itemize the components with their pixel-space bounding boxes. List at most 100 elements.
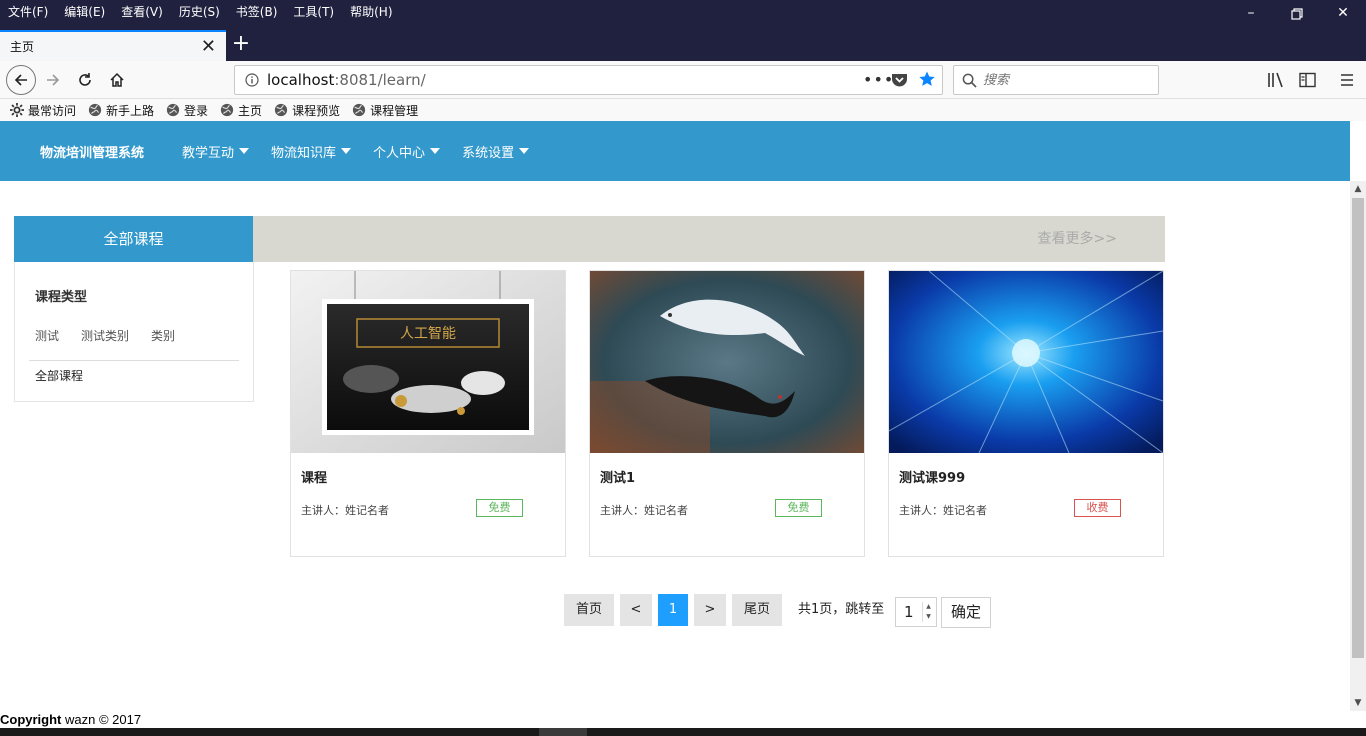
site-brand[interactable]: 物流培训管理系统 bbox=[40, 142, 144, 161]
course-lecturer: 主讲人：姓记名者 bbox=[899, 504, 987, 517]
bookmark-login[interactable]: 登录 bbox=[166, 102, 208, 119]
course-title[interactable]: 测试1 bbox=[600, 467, 635, 486]
menu-help[interactable]: 帮助(H) bbox=[342, 0, 400, 28]
search-input[interactable] bbox=[983, 72, 1143, 88]
restore-icon[interactable] bbox=[1274, 0, 1320, 28]
scroll-up-icon[interactable]: ▲ bbox=[1350, 181, 1366, 197]
home-button[interactable] bbox=[102, 65, 132, 95]
pocket-icon[interactable] bbox=[891, 72, 908, 92]
page-summary: 共1页，跳转至 bbox=[798, 602, 885, 617]
close-window-icon[interactable]: ✕ bbox=[1320, 0, 1366, 28]
course-lecturer: 主讲人：姓记名者 bbox=[600, 504, 688, 517]
reload-button[interactable] bbox=[70, 65, 100, 95]
course-thumbnail[interactable] bbox=[889, 271, 1163, 453]
gear-icon bbox=[10, 103, 24, 117]
course-card[interactable]: 测试课999 主讲人：姓记名者 收费 bbox=[888, 270, 1164, 557]
last-page-button[interactable]: 尾页 bbox=[732, 594, 782, 626]
footer-copyright: Copyright wazn © 2017 bbox=[0, 712, 141, 727]
tab-home[interactable]: 主页 ✕ bbox=[0, 30, 226, 61]
library-icon[interactable] bbox=[1267, 72, 1285, 92]
info-icon[interactable] bbox=[245, 73, 259, 87]
pagination: 首页 < 1 > 尾页 共1页，跳转至 1 ▲ ▼ 确定 bbox=[0, 594, 1350, 634]
svg-text:人工智能: 人工智能 bbox=[400, 326, 456, 342]
menu-tools[interactable]: 工具(T) bbox=[285, 0, 342, 28]
jump-page-input[interactable]: 1 ▲ ▼ bbox=[895, 597, 937, 627]
menu-bookmarks[interactable]: 书签(B) bbox=[228, 0, 286, 28]
type-tag[interactable]: 类别 bbox=[151, 327, 175, 344]
bookmark-course-preview[interactable]: 课程预览 bbox=[274, 102, 340, 119]
view-more-link[interactable]: 查看更多>> bbox=[1038, 216, 1117, 262]
price-badge: 免费 bbox=[476, 499, 523, 517]
course-type-label: 课程类型 bbox=[35, 290, 88, 305]
bookmark-star-icon[interactable] bbox=[918, 70, 936, 92]
search-box[interactable] bbox=[953, 65, 1159, 95]
course-thumbnail[interactable]: 人工智能 bbox=[291, 271, 565, 453]
divider bbox=[29, 360, 239, 361]
address-bar[interactable]: localhost:8081/learn/ ••• bbox=[234, 65, 943, 95]
price-badge: 收费 bbox=[1074, 499, 1121, 517]
course-title[interactable]: 课程 bbox=[301, 467, 327, 486]
all-courses-heading[interactable]: 全部课程 bbox=[14, 216, 253, 262]
page-scrollbar[interactable]: ▲ ▼ bbox=[1350, 181, 1366, 711]
course-card[interactable]: 人工智能 课程 主讲人：姓记名者 免费 bbox=[290, 270, 566, 557]
type-tag[interactable]: 测试类别 bbox=[81, 327, 129, 344]
bookmark-label: 新手上路 bbox=[106, 103, 155, 118]
menu-file[interactable]: 文件(F) bbox=[0, 0, 56, 28]
tab-strip: 主页 ✕ + bbox=[0, 28, 1366, 61]
menu-history[interactable]: 历史(S) bbox=[171, 0, 228, 28]
caret-down-icon bbox=[519, 148, 530, 154]
current-page-button[interactable]: 1 bbox=[658, 594, 688, 626]
nav-knowledge-base[interactable]: 物流知识库 bbox=[271, 142, 352, 161]
type-tag[interactable]: 测试 bbox=[35, 327, 59, 344]
bookmark-label: 登录 bbox=[184, 103, 209, 118]
home-icon bbox=[110, 72, 124, 87]
bookmark-label: 课程管理 bbox=[370, 103, 419, 118]
new-tab-icon[interactable]: + bbox=[228, 28, 254, 61]
menu-edit[interactable]: 编辑(E) bbox=[56, 0, 113, 28]
jump-page-value: 1 bbox=[904, 603, 914, 621]
globe-icon bbox=[352, 103, 366, 117]
nav-system-settings[interactable]: 系统设置 bbox=[462, 142, 530, 161]
site-header: 物流培训管理系统 教学互动 物流知识库 个人中心 系统设置 bbox=[0, 121, 1350, 181]
url-path: :8081/learn/ bbox=[334, 71, 426, 89]
scroll-down-icon[interactable]: ▼ bbox=[1350, 695, 1366, 711]
course-filter-panel: 课程类型 测试 测试类别 类别 全部课程 bbox=[14, 262, 254, 402]
globe-icon bbox=[220, 103, 234, 117]
page-actions-icon[interactable]: ••• bbox=[863, 70, 894, 89]
sidebar-toggle-icon[interactable] bbox=[1299, 72, 1316, 92]
bookmark-getting-started[interactable]: 新手上路 bbox=[88, 102, 154, 119]
caret-down-icon bbox=[239, 148, 250, 154]
nav-label: 教学互动 bbox=[182, 145, 235, 161]
tab-close-icon[interactable]: ✕ bbox=[201, 37, 216, 56]
course-thumbnail[interactable] bbox=[590, 271, 864, 453]
bookmarks-toolbar: 最常访问 新手上路 登录 主页 课程预览 课程管理 bbox=[0, 99, 1366, 121]
forward-button[interactable] bbox=[38, 65, 68, 95]
section-header-bar: 查看更多>> bbox=[253, 216, 1165, 262]
jump-confirm-button[interactable]: 确定 bbox=[941, 597, 991, 628]
course-title[interactable]: 测试课999 bbox=[899, 467, 965, 486]
globe-icon bbox=[166, 103, 180, 117]
minimize-icon[interactable]: – bbox=[1228, 0, 1274, 28]
scrollbar-thumb[interactable] bbox=[1352, 198, 1364, 658]
tab-title: 主页 bbox=[10, 40, 35, 54]
course-type-tags: 测试 测试类别 类别 bbox=[35, 327, 197, 344]
bookmark-home[interactable]: 主页 bbox=[220, 102, 262, 119]
reload-icon bbox=[79, 73, 91, 86]
spinner-icon[interactable]: ▲ ▼ bbox=[922, 602, 934, 622]
bookmark-most-visited[interactable]: 最常访问 bbox=[10, 102, 76, 119]
menu-view[interactable]: 查看(V) bbox=[113, 0, 171, 28]
prev-page-button[interactable]: < bbox=[620, 594, 652, 626]
url-host: localhost bbox=[267, 71, 335, 89]
all-courses-link[interactable]: 全部课程 bbox=[35, 367, 83, 384]
nav-label: 系统设置 bbox=[462, 145, 515, 161]
next-page-button[interactable]: > bbox=[694, 594, 726, 626]
back-button[interactable] bbox=[6, 65, 36, 95]
bookmark-course-management[interactable]: 课程管理 bbox=[352, 102, 418, 119]
hamburger-menu-icon[interactable] bbox=[1339, 72, 1355, 92]
nav-personal-center[interactable]: 个人中心 bbox=[373, 142, 441, 161]
taskbar-item[interactable] bbox=[539, 728, 587, 736]
bookmark-label: 最常访问 bbox=[28, 103, 77, 118]
nav-teaching[interactable]: 教学互动 bbox=[182, 142, 250, 161]
course-card[interactable]: 测试1 主讲人：姓记名者 免费 bbox=[589, 270, 865, 557]
first-page-button[interactable]: 首页 bbox=[564, 594, 614, 626]
